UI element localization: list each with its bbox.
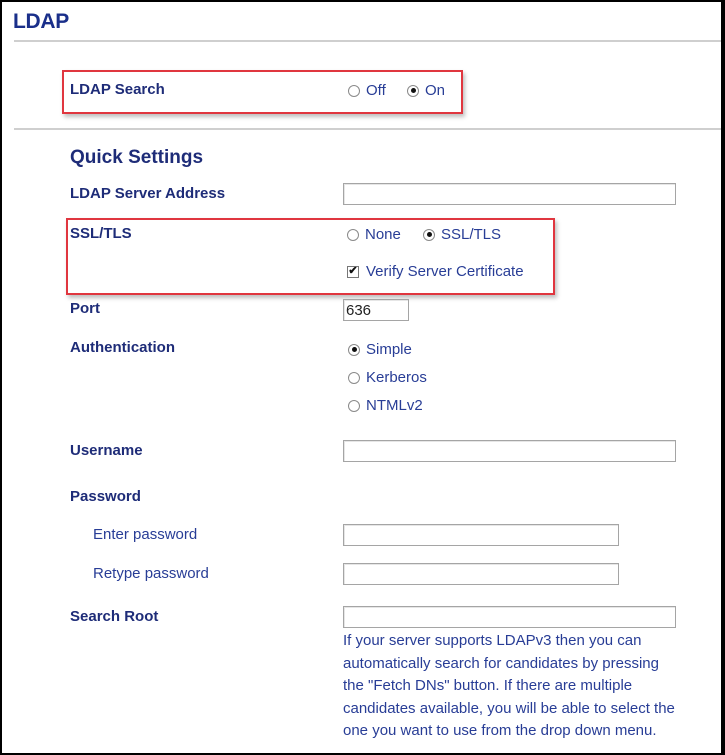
- ldap-search-on-label: On: [425, 82, 446, 99]
- auth-ntmlv2-label: NTMLv2: [366, 397, 423, 414]
- search-root-help-text: If your server supports LDAPv3 then you …: [343, 630, 713, 743]
- radio-on-icon[interactable]: [348, 343, 360, 356]
- retype-password-label: Retype password: [93, 565, 209, 582]
- help-line: the "Fetch DNs" button. If there are mul…: [343, 677, 633, 695]
- quick-settings-heading: Quick Settings: [70, 147, 204, 168]
- title-divider: [14, 40, 721, 42]
- port-label: Port: [70, 300, 100, 317]
- enter-password-label: Enter password: [93, 526, 198, 543]
- help-line: candidates available, you will be able t…: [343, 699, 675, 717]
- ldap-search-label: LDAP Search: [70, 81, 165, 98]
- help-line: one you want to use from the drop down m…: [343, 722, 657, 740]
- password-label: Password: [70, 488, 141, 505]
- help-line: automatically search for candidates by p…: [343, 654, 659, 672]
- verify-certificate-label: Verify Server Certificate: [366, 263, 524, 280]
- ssl-tls-radio[interactable]: SSL/TLS: [423, 226, 501, 243]
- radio-off-icon[interactable]: [348, 399, 360, 412]
- section-divider: [14, 128, 721, 130]
- server-address-input[interactable]: [343, 183, 676, 205]
- page-title: LDAP: [13, 10, 69, 33]
- username-label: Username: [70, 442, 143, 459]
- radio-off-icon[interactable]: [348, 371, 360, 384]
- ldap-search-off-radio[interactable]: Off: [348, 82, 386, 99]
- ssl-none-label: None: [365, 226, 401, 243]
- ldap-settings-page: LDAP LDAP Search Off On Quick Settings L…: [2, 2, 721, 753]
- auth-simple-label: Simple: [366, 341, 412, 358]
- port-input[interactable]: [343, 299, 409, 321]
- auth-kerberos-radio[interactable]: Kerberos: [348, 369, 427, 386]
- radio-off-icon[interactable]: [348, 84, 360, 97]
- radio-on-icon[interactable]: [423, 228, 435, 241]
- search-root-label: Search Root: [70, 608, 159, 625]
- verify-certificate-checkbox[interactable]: ✔ Verify Server Certificate: [347, 263, 524, 280]
- ldap-search-on-radio[interactable]: On: [407, 82, 445, 99]
- auth-simple-radio[interactable]: Simple: [348, 341, 412, 358]
- radio-on-icon[interactable]: [407, 84, 419, 97]
- radio-off-icon[interactable]: [347, 228, 359, 241]
- ssl-none-radio[interactable]: None: [347, 226, 401, 243]
- ssl-tls-label: SSL/TLS: [70, 225, 132, 242]
- authentication-label: Authentication: [70, 339, 175, 356]
- ssl-tls-option-label: SSL/TLS: [441, 226, 502, 243]
- search-root-input[interactable]: [343, 606, 676, 628]
- username-input[interactable]: [343, 440, 676, 462]
- enter-password-input[interactable]: [343, 524, 619, 546]
- retype-password-input[interactable]: [343, 563, 619, 585]
- auth-ntmlv2-radio[interactable]: NTMLv2: [348, 397, 423, 414]
- server-address-label: LDAP Server Address: [70, 185, 226, 202]
- auth-kerberos-label: Kerberos: [366, 369, 427, 386]
- ldap-search-off-label: Off: [366, 82, 386, 99]
- checkmark-icon[interactable]: ✔: [347, 265, 359, 278]
- help-line: If your server supports LDAPv3 then you …: [343, 632, 642, 649]
